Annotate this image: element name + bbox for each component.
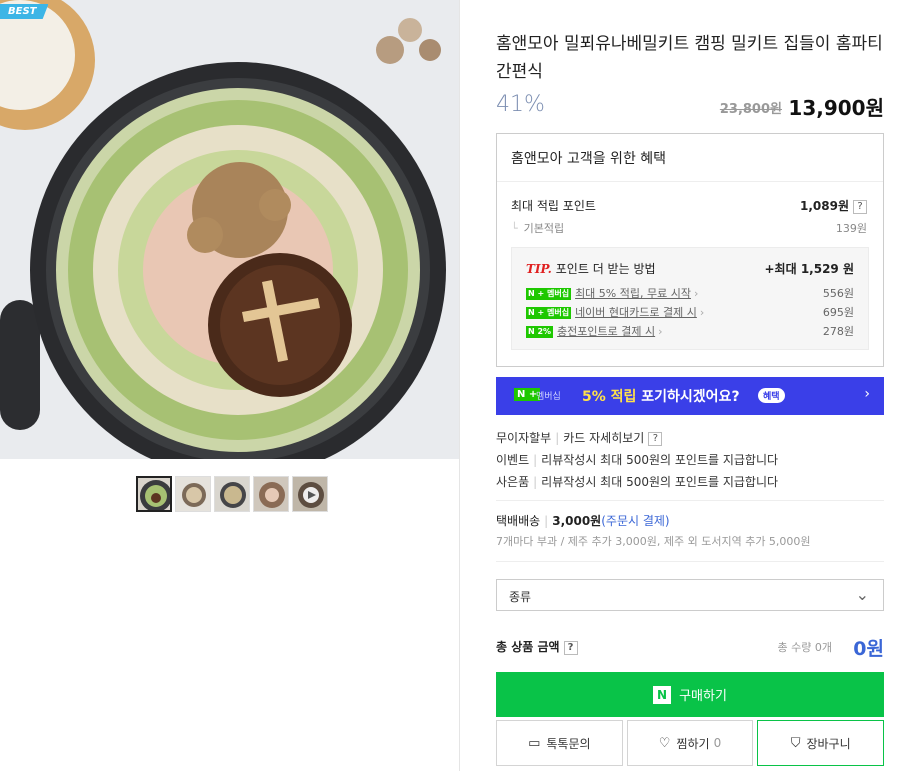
bag-icon: ⛉ xyxy=(790,735,801,751)
tip-item[interactable]: N 2% 충전포인트로 결제 시 › 278원 xyxy=(526,323,854,339)
total-count: 총 수량 0개 xyxy=(777,641,832,654)
help-icon[interactable]: ? xyxy=(853,199,867,214)
buy-label: 구매하기 xyxy=(679,689,727,704)
tip-header: TIP. 포인트 더 받는 방법 xyxy=(526,260,656,277)
benefit-box: 홈앤모아 고객을 위한 혜택 최대 적립 포인트 1,089원? └ 기본적립 1… xyxy=(496,133,884,367)
tip-item[interactable]: N + 멤버십 네이버 현대카드로 결제 시 › 695원 xyxy=(526,304,854,320)
shipping-sub: 7개마다 부과 / 제주 추가 3,000원, 제주 외 도서지역 추가 5,0… xyxy=(496,535,811,548)
benefit-title: 홈앤모아 고객을 위한 혜택 xyxy=(511,151,667,167)
membership-badge: N + 멤버십 xyxy=(526,307,572,319)
total-row: 총 상품 금액? 총 수량 0개 0원 xyxy=(496,634,884,660)
action-buttons: ▭ 톡톡문의 ♡ 찜하기 0 ⛉ 장바구니 xyxy=(496,720,885,766)
divider xyxy=(496,561,884,562)
shipping-label: 택배배송 xyxy=(496,514,541,528)
chevron-right-icon: › xyxy=(864,386,870,402)
tip-item-value: 556원 xyxy=(822,287,854,300)
basic-points-row: └ 기본적립 139원 xyxy=(511,220,867,236)
banner-text: 5% 적립 포기하시겠어요? xyxy=(582,389,740,405)
sale-price: 13,900원 xyxy=(788,96,884,120)
buy-button[interactable]: N 구매하기 xyxy=(496,672,884,717)
card-detail-link[interactable]: 카드 자세히보기 xyxy=(563,431,644,445)
installment-row: 무이자할부 | 카드 자세히보기? xyxy=(496,429,663,446)
wish-button[interactable]: ♡ 찜하기 0 xyxy=(626,720,754,766)
chevron-right-icon: › xyxy=(658,325,663,338)
shipping-fee: 3,000원 xyxy=(552,514,602,528)
thumbnail-4[interactable] xyxy=(253,476,289,512)
tip-item-link[interactable]: 네이버 현대카드로 결제 시 xyxy=(575,306,697,319)
thumbnail-video[interactable] xyxy=(292,476,328,512)
membership-banner[interactable]: N + 멤버십 5% 적립 포기하시겠어요? 혜택 › xyxy=(496,377,884,415)
tip-label: TIP. xyxy=(526,262,552,276)
thumbnail-3[interactable] xyxy=(214,476,250,512)
product-title: 홈앤모아 밀푀유나베밀키트 캠핑 밀키트 집들이 홈파티 간편식 xyxy=(496,34,883,82)
wish-count: 0 xyxy=(713,736,722,750)
gift-row: 사은품 | 리뷰작성시 최대 500원의 포인트를 지급합니다 xyxy=(496,475,779,489)
tip-item-link[interactable]: 최대 5% 적립, 무료 시작 xyxy=(575,287,691,300)
tip-item-value: 695원 xyxy=(822,306,854,319)
divider xyxy=(496,500,884,501)
tip-item-link[interactable]: 충전포인트로 결제 시 xyxy=(557,325,655,338)
event-label: 이벤트 xyxy=(496,453,530,467)
cart-button[interactable]: ⛉ 장바구니 xyxy=(757,720,885,766)
max-points-label: 최대 적립 포인트 xyxy=(511,199,596,213)
point-badge: N 2% xyxy=(526,326,554,338)
gift-label: 사은품 xyxy=(496,475,530,489)
indent-icon: └ xyxy=(511,222,518,235)
product-main-image[interactable]: BEST xyxy=(0,0,459,459)
max-points-value: 1,089원 xyxy=(800,199,849,213)
thumbnail-2[interactable] xyxy=(175,476,211,512)
total-label: 총 상품 금액? xyxy=(496,638,578,655)
chevron-down-icon: ⌄ xyxy=(855,585,869,604)
benefit-pill: 혜택 xyxy=(758,388,785,403)
chat-icon: ▭ xyxy=(528,735,541,751)
heart-icon: ♡ xyxy=(658,735,671,751)
shipping-pay: (주문시 결제) xyxy=(601,514,670,528)
best-badge: BEST xyxy=(0,4,49,19)
hotpot-photo xyxy=(0,0,459,459)
installment-label: 무이자할부 xyxy=(496,431,552,445)
total-amount: 0원 xyxy=(853,638,884,660)
option-select[interactable]: 종류 ⌄ xyxy=(496,579,884,611)
basic-points-label: 기본적립 xyxy=(523,222,565,235)
membership-label: 멤버십 xyxy=(536,392,561,402)
naver-n-icon: N xyxy=(653,685,672,704)
chevron-right-icon: › xyxy=(693,287,699,300)
option-placeholder: 종류 xyxy=(509,590,532,604)
product-gallery: BEST xyxy=(0,0,460,771)
event-row: 이벤트 | 리뷰작성시 최대 500원의 포인트를 지급합니다 xyxy=(496,453,779,467)
tip-item-value: 278원 xyxy=(822,325,854,338)
talk-button[interactable]: ▭ 톡톡문의 xyxy=(496,720,623,766)
chevron-right-icon: › xyxy=(699,306,705,319)
help-icon[interactable]: ? xyxy=(563,640,578,655)
event-text: 리뷰작성시 최대 500원의 포인트를 지급합니다 xyxy=(541,453,779,467)
tip-item[interactable]: N + 멤버십 최대 5% 적립, 무료 시작 › 556원 xyxy=(526,285,854,301)
thumbnail-strip xyxy=(136,476,328,512)
gift-text: 리뷰작성시 최대 500원의 포인트를 지급합니다 xyxy=(541,475,779,489)
discount-rate: 41% xyxy=(496,92,545,117)
max-points-row: 최대 적립 포인트 1,089원? xyxy=(511,197,867,214)
divider xyxy=(497,181,883,182)
shipping-row: 택배배송 | 3,000원(주문시 결제) xyxy=(496,514,670,528)
price-row: 41% 23,800원 13,900원 xyxy=(496,92,884,120)
help-icon[interactable]: ? xyxy=(648,431,663,446)
membership-badge: N + 멤버십 xyxy=(526,288,572,300)
basic-points-value: 139원 xyxy=(835,222,867,235)
thumbnail-1[interactable] xyxy=(136,476,172,512)
tip-text: 포인트 더 받는 방법 xyxy=(555,262,656,276)
tip-max: +최대 1,529 원 xyxy=(764,262,855,276)
original-price: 23,800원 xyxy=(719,102,782,117)
points-tip-box: TIP. 포인트 더 받는 방법 +최대 1,529 원 N + 멤버십 최대 5%… xyxy=(511,247,869,350)
